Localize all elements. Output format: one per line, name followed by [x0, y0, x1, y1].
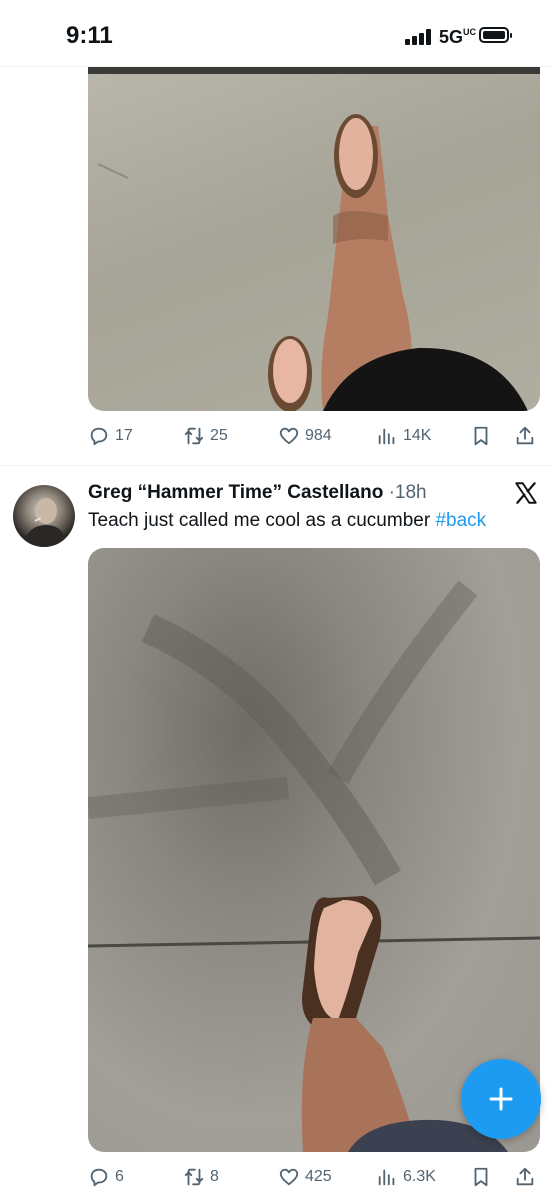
tweet-body: Teach just called me cool as a cucumber — [88, 510, 436, 531]
retweet-icon — [184, 1168, 204, 1186]
views-icon — [378, 1169, 395, 1186]
hashtag-link[interactable]: #back — [435, 510, 486, 531]
retweet-icon — [184, 427, 204, 445]
views-button[interactable]: 14K — [376, 425, 431, 447]
tweet-divider — [0, 465, 554, 466]
reply-icon — [90, 1168, 108, 1187]
tweet-media-photo[interactable] — [88, 66, 540, 411]
views-icon — [378, 428, 395, 445]
bookmark-button[interactable] — [470, 1166, 492, 1188]
battery-icon — [479, 27, 512, 43]
sidewalk-feet-photo — [88, 66, 540, 411]
retweet-button[interactable]: 8 — [183, 1166, 219, 1188]
tweet-author-line: Greg “Hammer Time” Castellano ·18h — [88, 482, 427, 504]
reply-button[interactable]: 17 — [88, 425, 133, 447]
retweet-button[interactable]: 25 — [183, 425, 228, 447]
sidewalk-foot-photo — [88, 580, 540, 1152]
share-button[interactable] — [514, 425, 536, 447]
tweet-actions: 6 8 425 6.3K — [88, 1162, 540, 1192]
retweet-count: 25 — [210, 427, 228, 444]
plus-icon — [489, 1087, 513, 1111]
views-count: 6.3K — [403, 1168, 436, 1185]
avatar[interactable] — [13, 485, 75, 547]
status-time: 9:11 — [66, 22, 113, 49]
compose-button[interactable] — [461, 1059, 541, 1139]
tweet-actions: 17 25 984 14K — [88, 421, 540, 451]
network-label: 5GUC — [439, 27, 477, 47]
retweet-count: 8 — [210, 1168, 219, 1185]
cellular-signal-icon — [405, 29, 433, 45]
share-icon — [516, 426, 534, 445]
reply-button[interactable]: 6 — [88, 1166, 124, 1188]
status-bar: 9:11 5GUC — [0, 0, 554, 67]
reply-count: 6 — [115, 1168, 124, 1185]
like-button[interactable]: 425 — [278, 1166, 332, 1188]
bookmark-icon — [474, 1167, 488, 1187]
views-count: 14K — [403, 427, 432, 444]
like-count: 984 — [305, 427, 332, 444]
like-count: 425 — [305, 1168, 332, 1185]
heart-icon — [279, 427, 299, 445]
bookmark-button[interactable] — [470, 425, 492, 447]
bookmark-icon — [474, 426, 488, 446]
author-name[interactable]: Greg “Hammer Time” Castellano — [88, 482, 383, 503]
reply-icon — [90, 427, 108, 446]
tweet-media-photo[interactable] — [88, 548, 540, 1152]
heart-icon — [279, 1168, 299, 1186]
tweet-timestamp[interactable]: 18h — [395, 482, 427, 503]
like-button[interactable]: 984 — [278, 425, 332, 447]
tweet-text: Teach just called me cool as a cucumber … — [88, 510, 486, 532]
views-button[interactable]: 6.3K — [376, 1166, 436, 1188]
reply-count: 17 — [115, 427, 133, 444]
share-icon — [516, 1167, 534, 1186]
x-logo-icon — [515, 482, 537, 504]
share-button[interactable] — [514, 1166, 536, 1188]
